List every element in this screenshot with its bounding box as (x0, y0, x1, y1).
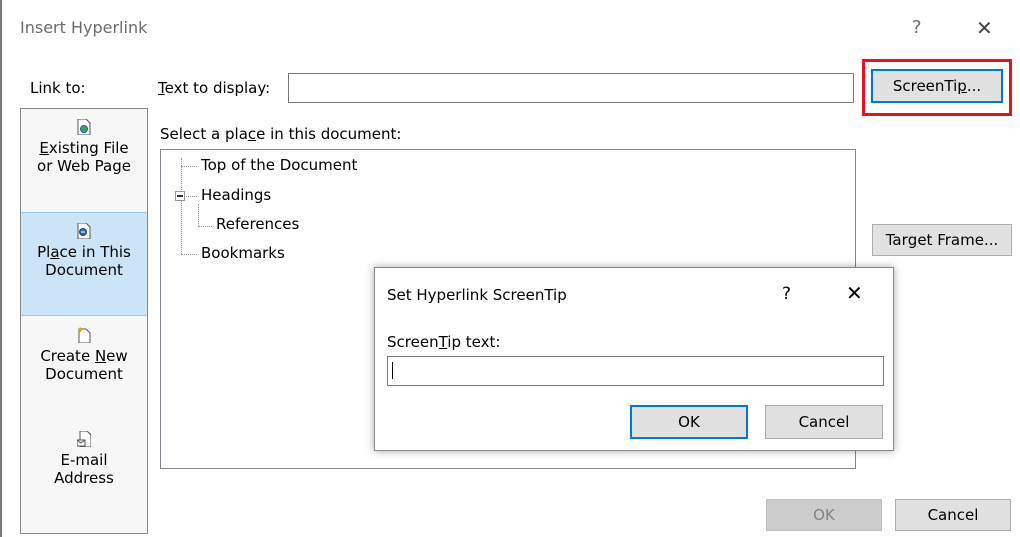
target-frame-button[interactable]: Tar g et Frame... (872, 224, 1012, 256)
tree-item-references[interactable]: References (216, 215, 299, 233)
tree-connector (198, 204, 199, 226)
cancel-button[interactable]: Cancel (895, 499, 1011, 531)
screentip-cancel-button[interactable]: Cancel (765, 405, 883, 439)
tree-item-bookmarks[interactable]: Bookmarks (201, 244, 285, 262)
screentip-text-input[interactable] (387, 356, 884, 386)
link-to-panel: Existing File or Web Page Place in This … (20, 108, 148, 534)
tree-item-top-of-document[interactable]: Top of the Document (201, 156, 357, 174)
document-place-icon (77, 223, 91, 239)
dialog-title: Insert Hyperlink (20, 18, 148, 37)
collapse-expander-icon[interactable] (175, 191, 185, 201)
link-option-place-in-document[interactable]: Place in This Document (21, 212, 147, 316)
link-option-line1: Create New (40, 347, 128, 365)
link-option-line2: or Web Page (37, 157, 131, 175)
link-to-label: Link to: (30, 79, 86, 97)
screentip-ok-button[interactable]: OK (630, 405, 748, 439)
link-option-line1: Place in This (37, 243, 131, 261)
select-place-label: Select a place in this document: (160, 125, 402, 143)
text-caret (392, 362, 393, 379)
help-button[interactable]: ? (912, 17, 922, 38)
link-option-line2: Document (45, 365, 123, 383)
ok-button[interactable]: OK (766, 499, 882, 531)
screentip-close-button[interactable]: ✕ (846, 281, 863, 305)
window-edge (0, 0, 2, 537)
tree-item-headings[interactable]: Headings (201, 186, 271, 204)
text-to-display-label: Text to display: (158, 79, 271, 97)
screentip-text-label: ScreenTip text: (387, 333, 501, 351)
tree-connector (186, 196, 197, 197)
tree-connector (181, 254, 197, 255)
link-option-line1: Existing File (39, 139, 129, 157)
document-globe-icon (77, 119, 91, 135)
new-document-icon (77, 327, 91, 343)
screentip-help-button[interactable]: ? (782, 284, 791, 304)
screentip-dialog-title: Set Hyperlink ScreenTip (387, 286, 567, 304)
link-option-email[interactable]: E-mail Address (21, 421, 147, 525)
tree-connector (181, 158, 182, 254)
close-button[interactable]: ✕ (976, 16, 993, 40)
screentip-button[interactable]: ScreenTi p... (871, 69, 1003, 103)
link-option-existing-file[interactable]: Existing File or Web Page (21, 109, 147, 213)
tree-connector (198, 226, 212, 227)
link-option-create-new[interactable]: Create New Document (21, 317, 147, 421)
email-document-icon (77, 431, 91, 447)
tree-connector (181, 166, 197, 167)
link-option-line1: E-mail (60, 451, 108, 469)
link-option-line2: Document (45, 261, 123, 279)
text-to-display-input[interactable] (288, 73, 854, 103)
link-option-line2: Address (54, 469, 114, 487)
